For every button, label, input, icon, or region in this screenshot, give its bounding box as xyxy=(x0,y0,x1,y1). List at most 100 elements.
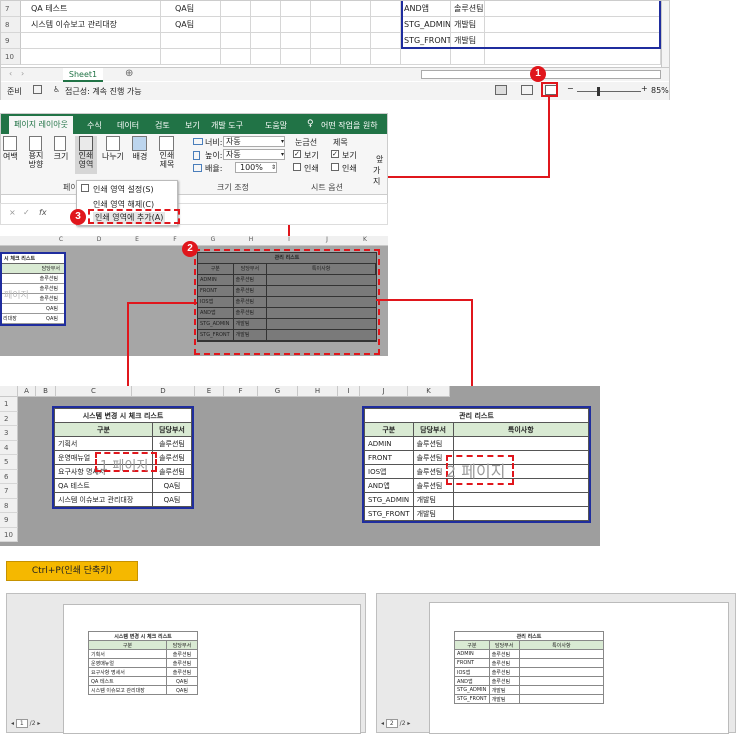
cell-category[interactable]: 운영매뉴얼 xyxy=(88,658,167,668)
cell-category[interactable]: ADMIN xyxy=(454,649,490,659)
top-cell-k[interactable] xyxy=(485,49,661,65)
mini-column-header[interactable]: I xyxy=(274,236,304,243)
macro-record-icon[interactable] xyxy=(33,85,42,94)
mini-column-header[interactable]: C xyxy=(46,236,76,243)
top-cell-b[interactable] xyxy=(21,49,161,65)
mini-column-header[interactable]: G xyxy=(198,236,228,243)
cell-notes[interactable] xyxy=(518,658,605,668)
cell-category[interactable]: 시스템 이슈보고 관리대장 xyxy=(54,492,153,507)
print-titles-button[interactable]: 인쇄 제목 xyxy=(155,136,179,172)
mini-column-header[interactable]: J xyxy=(312,236,342,243)
row-number[interactable]: 8 xyxy=(1,17,21,33)
cell-dept[interactable]: 솔루션팀 xyxy=(488,676,520,686)
zoom-slider-thumb[interactable] xyxy=(597,87,600,96)
top-cell-empty[interactable] xyxy=(341,17,371,33)
cell-dept[interactable]: 솔루션팀 xyxy=(165,649,199,659)
top-cell-empty[interactable] xyxy=(341,33,371,49)
tab-formulas[interactable]: 수식 xyxy=(87,120,102,131)
top-cell-empty[interactable] xyxy=(311,49,341,65)
mini-column-header[interactable]: E xyxy=(122,236,152,243)
mini-column-header[interactable]: K xyxy=(350,236,380,243)
row-number[interactable]: 10 xyxy=(0,527,18,542)
cell-dept[interactable]: QA팀 xyxy=(165,685,199,695)
margins-button[interactable]: 여백 xyxy=(3,136,21,172)
row-number[interactable]: 8 xyxy=(0,498,18,513)
row-number[interactable]: 9 xyxy=(0,513,18,528)
normal-view-icon[interactable] xyxy=(495,85,507,95)
gridlines-print-checkbox[interactable] xyxy=(293,163,301,171)
cell-category[interactable]: 시스템 이슈보고 관리대장 xyxy=(88,685,167,695)
select-all-corner[interactable] xyxy=(0,386,18,397)
print-area-button[interactable]: 인쇄 영역 xyxy=(75,136,97,174)
top-cell-b[interactable] xyxy=(21,33,161,49)
mini-column-header[interactable]: D xyxy=(84,236,114,243)
tell-me-search[interactable]: 어떤 작업을 원하 xyxy=(321,120,378,131)
cell-category[interactable]: STG_ADMIN xyxy=(364,492,414,507)
row-number[interactable]: 9 xyxy=(1,33,21,49)
cell-dept[interactable]: 솔루션팀 xyxy=(488,667,520,677)
preview-page2-nav[interactable]: ◂ 2 /2 ▸ xyxy=(381,719,410,728)
cell-notes[interactable] xyxy=(518,649,605,659)
status-accessibility[interactable]: 접근성: 계속 진행 가능 xyxy=(65,86,142,97)
tab-page-layout[interactable]: 페이지 레이아웃 xyxy=(9,116,73,134)
preview-page1-nav[interactable]: ◂ 1 /2 ▸ xyxy=(11,719,40,728)
cell-category[interactable]: 기획서 xyxy=(54,436,153,451)
column-header[interactable]: E xyxy=(195,386,224,397)
cell-dept[interactable]: 솔루션팀 xyxy=(151,436,193,451)
size-button[interactable]: 크기 xyxy=(51,136,71,172)
column-header[interactable]: F xyxy=(224,386,258,397)
gridlines-view-checkbox[interactable]: ✓ xyxy=(293,150,301,158)
cell-category[interactable]: QA 테스트 xyxy=(54,478,153,493)
cell-dept[interactable]: 개발팀 xyxy=(412,506,454,521)
tab-data[interactable]: 데이터 xyxy=(117,120,139,131)
cell-dept[interactable]: 솔루션팀 xyxy=(412,436,454,451)
cell-dept[interactable]: 솔루션팀 xyxy=(488,658,520,668)
cell-category[interactable]: 기획서 xyxy=(88,649,167,659)
tab-view[interactable]: 보기 xyxy=(185,120,200,131)
top-cell-b[interactable]: 시스템 이슈보고 관리대장 xyxy=(21,17,161,33)
cell-notes[interactable] xyxy=(518,694,605,704)
cell-dept[interactable]: 솔루션팀 xyxy=(151,450,193,465)
row-number[interactable]: 5 xyxy=(0,455,18,470)
fx-icon[interactable]: fx xyxy=(39,208,47,217)
top-cell-empty[interactable] xyxy=(371,49,401,65)
row-number[interactable]: 6 xyxy=(0,469,18,484)
lightbulb-icon[interactable]: ♀ xyxy=(307,119,314,129)
column-header[interactable]: J xyxy=(360,386,408,397)
cell-dept[interactable]: 솔루션팀 xyxy=(488,649,520,659)
tab-scroll-left-icon[interactable]: ‹ xyxy=(9,69,12,78)
top-cell-c[interactable] xyxy=(161,49,221,65)
top-cell-j[interactable] xyxy=(451,49,485,65)
breaks-button[interactable]: 나누기 xyxy=(101,136,125,172)
row-number[interactable]: 7 xyxy=(1,1,21,17)
row-number[interactable]: 3 xyxy=(0,426,18,441)
top-cell-b[interactable]: QA 테스트 xyxy=(21,1,161,17)
accessibility-icon[interactable]: ♿ xyxy=(53,85,60,94)
row-number[interactable]: 7 xyxy=(0,484,18,499)
column-header[interactable]: D xyxy=(132,386,195,397)
tab-scroll-right-icon[interactable]: › xyxy=(21,69,24,78)
row-number[interactable]: 10 xyxy=(1,49,21,65)
cell-notes[interactable] xyxy=(518,676,605,686)
row-number[interactable]: 4 xyxy=(0,440,18,455)
menu-item-set-print-area[interactable]: 인쇄 영역 설정(S) xyxy=(81,184,175,196)
page-layout-view-icon[interactable] xyxy=(521,85,533,95)
top-cell-empty[interactable] xyxy=(371,1,401,17)
cell-dept[interactable]: 개발팀 xyxy=(412,492,454,507)
page2-current[interactable]: 2 xyxy=(385,719,398,728)
top-cell-empty[interactable] xyxy=(281,1,311,17)
cell-category[interactable]: IOS앱 xyxy=(364,464,414,479)
tab-developer[interactable]: 개발 도구 xyxy=(211,120,243,131)
column-header[interactable]: A xyxy=(18,386,36,397)
cell-notes[interactable] xyxy=(518,685,605,695)
top-cell-empty[interactable] xyxy=(371,17,401,33)
cancel-icon[interactable]: × xyxy=(9,208,16,217)
top-cell-empty[interactable] xyxy=(281,33,311,49)
cell-notes[interactable] xyxy=(518,667,605,677)
width-select[interactable]: 자동 ▾ xyxy=(223,136,285,147)
mini-column-header[interactable]: H xyxy=(236,236,266,243)
arrange-label-2[interactable]: 가지 xyxy=(373,165,387,187)
top-cell-i[interactable] xyxy=(401,49,451,65)
tab-help[interactable]: 도움말 xyxy=(265,120,287,131)
top-cell-empty[interactable] xyxy=(221,17,251,33)
